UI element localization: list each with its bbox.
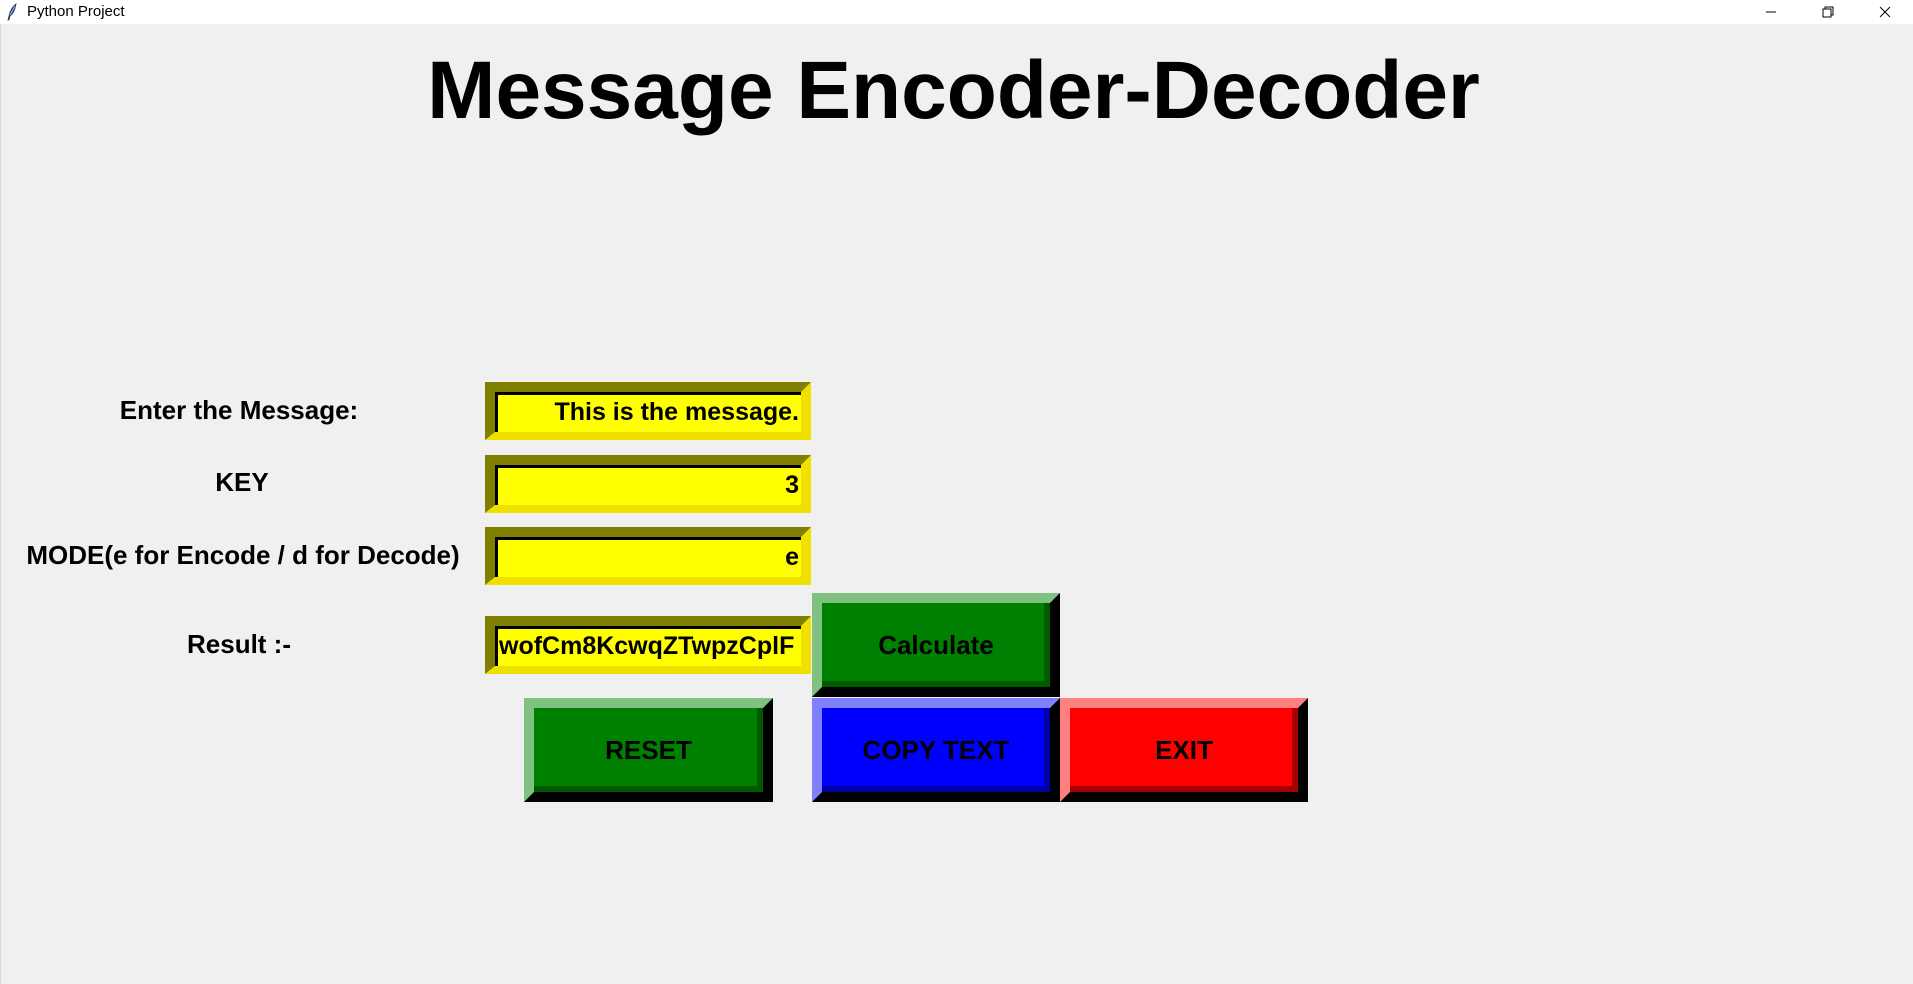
app-window: Python Project Message Encoder-Decoder E… — [0, 0, 1913, 984]
minimize-button[interactable] — [1743, 0, 1799, 24]
reset-button[interactable]: RESET — [524, 698, 773, 802]
key-label: KEY — [215, 467, 269, 497]
app-content: Message Encoder-Decoder Enter the Messag… — [0, 24, 1913, 984]
window-title: Python Project — [27, 3, 125, 20]
key-input[interactable]: 3 — [485, 455, 811, 513]
mode-input[interactable]: e — [485, 527, 811, 585]
calculate-button[interactable]: Calculate — [812, 593, 1060, 697]
restore-icon — [1822, 6, 1834, 18]
exit-button[interactable]: EXIT — [1060, 698, 1308, 802]
message-input[interactable]: This is the message. — [485, 382, 811, 440]
page-title: Message Encoder-Decoder — [427, 45, 1480, 136]
minimize-icon — [1765, 6, 1777, 18]
close-button[interactable] — [1857, 0, 1913, 24]
restore-button[interactable] — [1800, 0, 1856, 24]
mode-label: MODE(e for Encode / d for Decode) — [26, 540, 460, 570]
title-bar[interactable]: Python Project — [0, 0, 1913, 24]
close-icon — [1879, 6, 1891, 18]
message-label: Enter the Message: — [119, 395, 359, 425]
result-output[interactable]: wofCm8KcwqZTwpzCplF — [485, 616, 811, 674]
result-label: Result :- — [187, 629, 291, 659]
feather-icon — [5, 3, 21, 21]
copy-text-button[interactable]: COPY TEXT — [812, 698, 1060, 802]
